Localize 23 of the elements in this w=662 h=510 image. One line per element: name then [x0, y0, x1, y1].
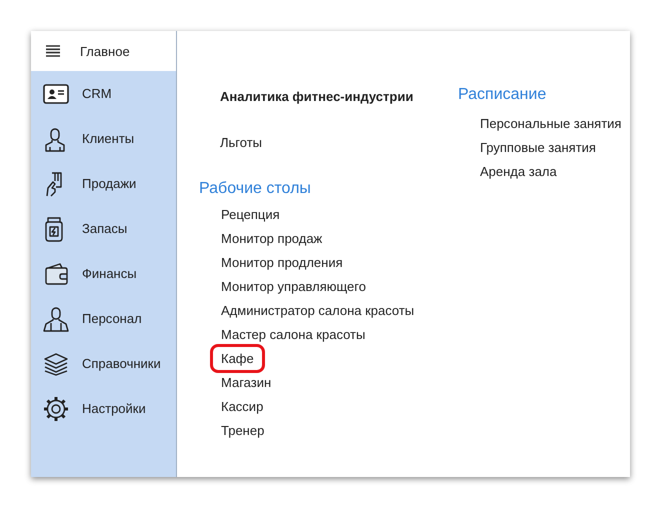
section-heading: Рабочие столы: [199, 180, 312, 198]
menu-link[interactable]: Льготы: [199, 135, 442, 150]
sidebar-item[interactable]: Запасы: [31, 206, 176, 251]
sidebar-item[interactable]: CRM: [31, 71, 176, 116]
section-heading: Расписание: [458, 86, 548, 104]
person-icon: [43, 126, 67, 152]
layers-icon: [43, 352, 69, 376]
wallet-icon: [43, 262, 69, 284]
sidebar-item[interactable]: Клиенты: [31, 116, 176, 161]
sidebar-item[interactable]: Финансы: [31, 251, 176, 296]
sidebar-item[interactable]: Продажи: [31, 161, 176, 206]
sidebar-title: Главное: [80, 44, 130, 58]
jar-icon: [43, 216, 65, 242]
sidebar-item[interactable]: Персонал: [31, 296, 176, 341]
menu-icon[interactable]: [46, 45, 60, 57]
sidebar-item[interactable]: Справочники: [31, 341, 176, 386]
id-card-icon: [43, 84, 69, 104]
menu-link[interactable]: Кафе: [210, 344, 265, 373]
person-icon: [43, 306, 69, 332]
settings-icon: [43, 396, 69, 422]
sidebar-item[interactable]: Настройки: [31, 386, 176, 431]
analytics-link[interactable]: Аналитика фитнес-индустрии: [199, 89, 442, 104]
sidebar-header[interactable]: Главное: [31, 31, 176, 71]
